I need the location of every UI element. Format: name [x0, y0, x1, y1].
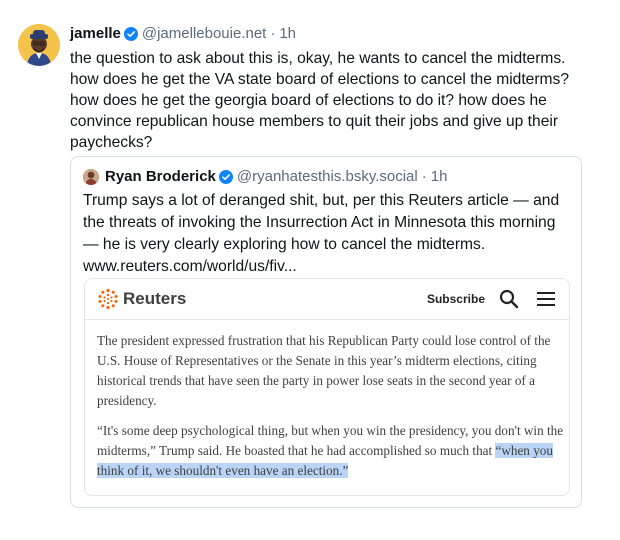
reuters-brand: Reuters — [123, 289, 187, 308]
reuters-logo: Reuters — [97, 288, 186, 310]
author-avatar[interactable] — [18, 24, 60, 66]
post-header: jamelle @jamellebouie.net · 1h — [70, 24, 600, 44]
author-handle[interactable]: @jamellebouie.net — [142, 24, 266, 44]
verified-badge-icon — [123, 27, 138, 41]
article-paragraph-1: The president expressed frustration that… — [97, 333, 551, 408]
quoted-post-time[interactable]: 1h — [431, 167, 448, 187]
post-text: the question to ask about this is, okay,… — [70, 50, 570, 151]
reuters-header: Reuters Subscribe — [85, 279, 569, 320]
post-content: jamelle @jamellebouie.net · 1h the quest… — [70, 24, 600, 153]
separator: · — [270, 25, 276, 42]
quoted-author-handle[interactable]: @ryanhatesthis.bsky.social — [237, 167, 418, 187]
quoted-post-body: Trump says a lot of deranged shit, but, … — [83, 192, 560, 253]
separator: · — [421, 168, 427, 185]
reuters-logo-icon — [98, 288, 118, 310]
author-name[interactable]: jamelle — [70, 24, 121, 44]
quoted-post[interactable]: Ryan Broderick @ryanhatesthis.bsky.socia… — [70, 156, 582, 508]
quoted-author-avatar[interactable] — [83, 169, 99, 185]
quoted-post-text: Trump says a lot of deranged shit, but, … — [83, 190, 573, 278]
link-preview-image[interactable]: Reuters Subscribe The president expresse… — [84, 278, 570, 496]
subscribe-button: Subscribe — [426, 292, 485, 306]
article-excerpt: The president expressed frustration that… — [97, 331, 567, 491]
post: jamelle @jamellebouie.net · 1h the quest… — [0, 0, 620, 540]
verified-badge-icon — [218, 170, 233, 184]
quoted-author-name[interactable]: Ryan Broderick — [105, 167, 216, 187]
search-icon — [499, 289, 519, 314]
quoted-post-header: Ryan Broderick @ryanhatesthis.bsky.socia… — [83, 167, 447, 187]
menu-icon — [537, 292, 555, 311]
article-paragraph-2-text: “It's some deep psychological thing, but… — [97, 423, 564, 458]
post-time[interactable]: 1h — [279, 24, 296, 44]
quoted-post-link[interactable]: www.reuters.com/world/us/fiv... — [83, 258, 297, 275]
article-paragraph-2: “It's some deep psychological thing, but… — [97, 421, 567, 481]
